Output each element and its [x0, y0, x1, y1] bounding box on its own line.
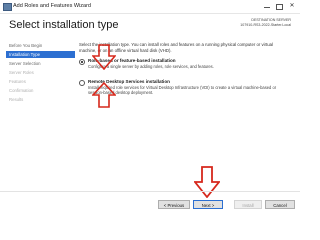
sidebar-item-confirmation: Confirmation [9, 88, 34, 93]
add-roles-wizard-window: Add Roles and Features Wizard ✕ Select i… [0, 0, 300, 214]
minimize-button[interactable] [261, 0, 273, 13]
sidebar-item-features: Features [9, 79, 26, 84]
sidebar-item-server-roles: Server Roles [9, 70, 34, 75]
cancel-button[interactable]: Cancel [265, 200, 295, 209]
close-button[interactable]: ✕ [286, 0, 298, 13]
destination-server: DESTINATION SERVER 107910-RS3-2022-Start… [240, 18, 291, 27]
sidebar-item-installation-type[interactable]: Installation Type [6, 51, 75, 58]
maximize-button[interactable] [273, 0, 285, 13]
page-title: Select installation type [9, 19, 119, 31]
close-icon: ✕ [289, 3, 295, 9]
previous-button[interactable]: < Previous [158, 200, 190, 209]
install-button: Install [234, 200, 262, 209]
remote-desktop-description: Install required role services for Virtu… [88, 85, 277, 96]
wizard-app-icon [3, 3, 12, 11]
role-based-description: Configure a single server by adding role… [88, 64, 214, 69]
destination-value: 107910-RS3-2022-Starter.Local [240, 22, 291, 27]
remote-desktop-radio[interactable] [79, 80, 85, 86]
title-bar: Add Roles and Features Wizard ✕ [0, 0, 300, 14]
red-arrow-up-icon [92, 82, 116, 108]
window-title: Add Roles and Features Wizard [13, 3, 91, 9]
role-based-radio[interactable] [79, 59, 85, 65]
red-arrow-next-icon [194, 166, 220, 198]
sidebar-item-results: Results [9, 97, 24, 102]
next-button[interactable]: Next > [193, 200, 223, 209]
wizard-steps-sidebar: Before You Begin Installation Type Serve… [6, 42, 75, 182]
minimize-icon [264, 7, 270, 8]
footer-divider [0, 191, 300, 192]
red-arrow-down-icon [92, 44, 116, 70]
sidebar-item-server-selection[interactable]: Server Selection [6, 60, 71, 67]
sidebar-item-before-you-begin[interactable]: Before You Begin [6, 42, 71, 49]
maximize-icon [276, 4, 283, 10]
